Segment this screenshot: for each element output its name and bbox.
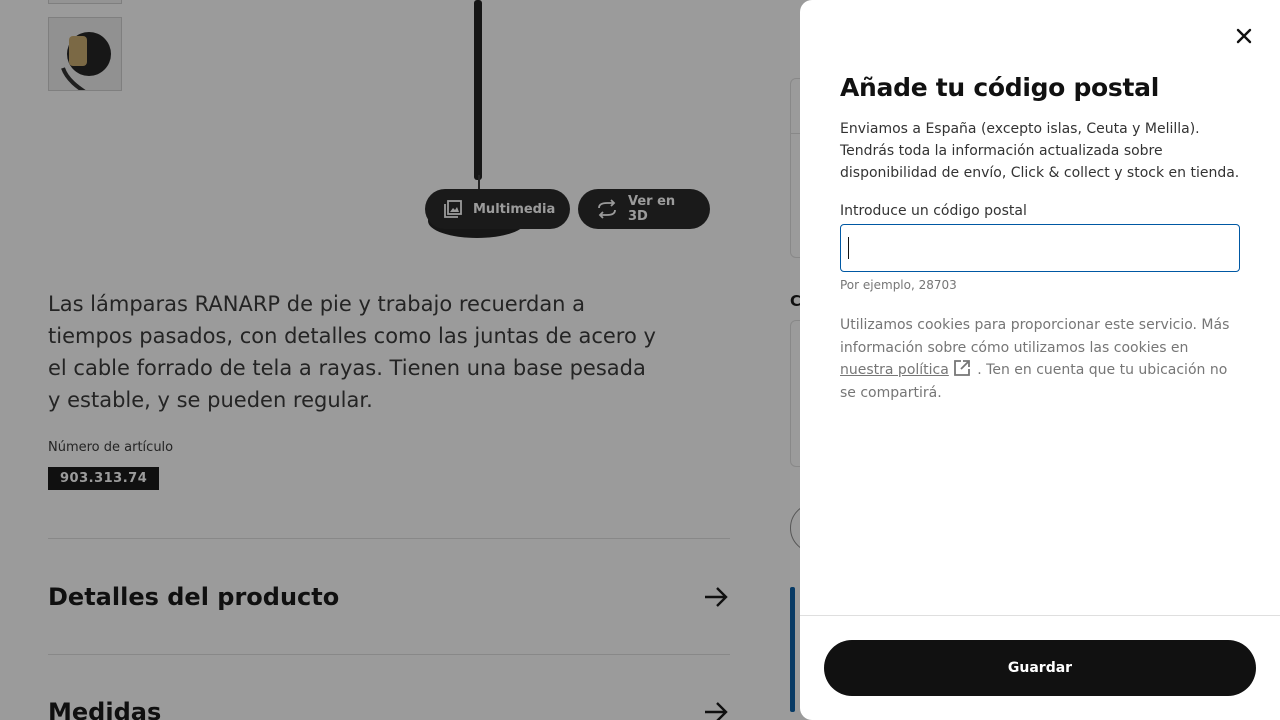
postal-code-label: Introduce un código postal	[840, 203, 1027, 219]
external-link-icon	[953, 360, 970, 376]
cookie-text-before: Utilizamos cookies para proporcionar est…	[840, 317, 1230, 356]
cookie-notice: Utilizamos cookies para proporcionar est…	[840, 314, 1240, 404]
save-button[interactable]: Guardar	[824, 640, 1256, 696]
postal-code-input[interactable]	[840, 224, 1240, 272]
panel-description: Enviamos a España (excepto islas, Ceuta …	[840, 121, 1240, 181]
close-button[interactable]	[1224, 16, 1264, 56]
postal-code-hint: Por ejemplo, 28703	[840, 278, 957, 292]
footer-divider	[800, 615, 1280, 616]
text-caret	[848, 237, 849, 259]
policy-link[interactable]: nuestra política	[840, 362, 949, 378]
panel-title: Añade tu código postal	[840, 73, 1159, 102]
close-icon	[1236, 28, 1252, 44]
